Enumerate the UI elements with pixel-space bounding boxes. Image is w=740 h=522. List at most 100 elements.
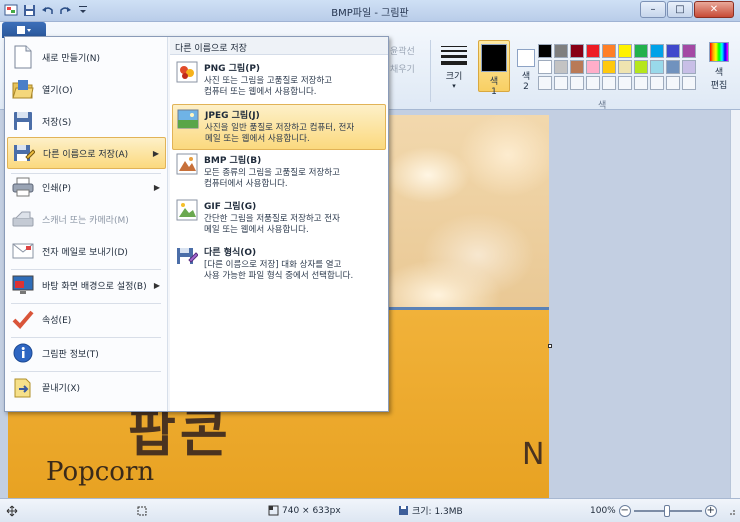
other-format-icon bbox=[176, 245, 199, 267]
ribbon-separator bbox=[430, 40, 431, 102]
palette-swatch[interactable] bbox=[650, 44, 664, 58]
save-as-submenu: 다른 이름으로 저장 PNG 그림(P) 사진 또는 그림을 고품질로 저장하고… bbox=[170, 37, 388, 411]
menu-item-open[interactable]: 열기(O) bbox=[7, 73, 166, 105]
submenu-arrow-icon: ▶ bbox=[153, 280, 160, 290]
zoom-in-button[interactable]: + bbox=[704, 504, 717, 517]
save-as-jpeg-desc-line2: 메일 또는 웹에서 사용합니다. bbox=[205, 134, 310, 144]
gif-image-icon bbox=[176, 199, 198, 221]
printer-icon bbox=[10, 174, 36, 200]
edit-colors-button[interactable]: 색 편집 bbox=[706, 42, 732, 91]
palette-swatch[interactable] bbox=[570, 44, 584, 58]
save-as-png-desc-line2: 컴퓨터 또는 웹에서 사용합니다. bbox=[204, 87, 317, 97]
menu-item-about[interactable]: 그림판 정보(T) bbox=[7, 337, 166, 369]
color1-swatch bbox=[481, 44, 507, 72]
menu-item-open-label: 열기(O) bbox=[42, 85, 73, 96]
palette-swatch[interactable] bbox=[538, 44, 552, 58]
palette-swatch[interactable] bbox=[650, 60, 664, 74]
zoom-slider[interactable] bbox=[633, 504, 702, 517]
outline-dropdown[interactable]: 윤곽선 bbox=[390, 44, 415, 57]
desktop-background-icon bbox=[10, 272, 36, 298]
file-size: 크기: 1.3MB bbox=[398, 504, 463, 517]
palette-swatch[interactable] bbox=[682, 44, 696, 58]
palette-swatch[interactable] bbox=[634, 60, 648, 74]
custom-color-slot[interactable] bbox=[554, 76, 568, 90]
menu-item-desktop-background[interactable]: 바탕 화면 배경으로 설정(B) ▶ bbox=[7, 269, 166, 301]
size-button[interactable]: 크기 ▾ bbox=[436, 40, 472, 90]
palette-swatch[interactable] bbox=[618, 44, 632, 58]
cursor-position-icon bbox=[6, 505, 18, 517]
palette-swatch[interactable] bbox=[666, 44, 680, 58]
custom-color-slot[interactable] bbox=[538, 76, 552, 90]
fill-dropdown[interactable]: 채우기 bbox=[390, 62, 415, 75]
image-dimensions: 740 × 633px bbox=[268, 505, 341, 516]
zoom-out-button[interactable]: − bbox=[618, 504, 631, 517]
save-as-png-desc-line1: 사진 또는 그림을 고품질로 저장하고 bbox=[204, 76, 333, 86]
save-as-gif[interactable]: GIF 그림(G) 간단한 그림을 저품질로 저장하고 전자 메일 또는 웹에서… bbox=[172, 196, 386, 242]
palette-swatch[interactable] bbox=[682, 60, 696, 74]
palette-swatch[interactable] bbox=[554, 44, 568, 58]
menu-item-properties[interactable]: 속성(E) bbox=[7, 303, 166, 335]
zoom-level: 100% bbox=[590, 505, 616, 516]
email-icon bbox=[10, 238, 36, 264]
custom-color-slot[interactable] bbox=[602, 76, 616, 90]
palette-swatch[interactable] bbox=[538, 60, 552, 74]
jpeg-image-icon bbox=[177, 108, 199, 130]
save-as-bmp[interactable]: BMP 그림(B) 모든 종류의 그림을 고품질로 저장하고 컴퓨터에서 사용합… bbox=[172, 150, 386, 196]
palette-swatch[interactable] bbox=[554, 60, 568, 74]
zoom-slider-thumb[interactable] bbox=[663, 504, 670, 517]
resize-grip-icon[interactable] bbox=[726, 506, 736, 516]
palette-swatch[interactable] bbox=[586, 44, 600, 58]
menu-item-print[interactable]: 인쇄(P) ▶ bbox=[7, 171, 166, 203]
save-as-jpeg[interactable]: JPEG 그림(J) 사진을 일반 품질로 저장하고 컴퓨터, 전자 메일 또는… bbox=[172, 104, 386, 150]
menu-item-email[interactable]: 전자 메일로 보내기(D) bbox=[7, 235, 166, 267]
menu-item-save[interactable]: 저장(S) bbox=[7, 105, 166, 137]
png-image-icon bbox=[176, 61, 198, 83]
color1-button[interactable]: 색 1 bbox=[478, 40, 510, 97]
menu-item-scanner[interactable]: 스캐너 또는 카메라(M) bbox=[7, 203, 166, 235]
palette-swatch[interactable] bbox=[602, 60, 616, 74]
custom-color-slot[interactable] bbox=[634, 76, 648, 90]
palette-swatch[interactable] bbox=[586, 60, 600, 74]
exit-icon bbox=[10, 374, 36, 400]
edit-colors-label-line1: 색 bbox=[714, 68, 724, 78]
palette-swatch[interactable] bbox=[634, 44, 648, 58]
menu-item-exit[interactable]: 끝내기(X) bbox=[7, 371, 166, 403]
custom-color-slot[interactable] bbox=[586, 76, 600, 90]
save-as-jpeg-title: JPEG 그림(J) bbox=[205, 111, 260, 121]
save-as-png[interactable]: PNG 그림(P) 사진 또는 그림을 고품질로 저장하고 컴퓨터 또는 웹에서… bbox=[172, 58, 386, 104]
custom-color-slot[interactable] bbox=[570, 76, 584, 90]
menu-item-about-label: 그림판 정보(T) bbox=[42, 349, 99, 360]
custom-color-slot[interactable] bbox=[650, 76, 664, 90]
custom-color-slot[interactable] bbox=[618, 76, 632, 90]
palette-swatch[interactable] bbox=[570, 60, 584, 74]
open-folder-icon bbox=[10, 76, 36, 102]
zoom-controls: 100% − + bbox=[590, 504, 717, 517]
submenu-arrow-icon: ▶ bbox=[152, 148, 159, 158]
bmp-image-icon bbox=[176, 153, 198, 175]
line-size-icon bbox=[441, 46, 467, 65]
palette-swatch[interactable] bbox=[666, 60, 680, 74]
menu-item-new[interactable]: 새로 만들기(N) bbox=[7, 41, 166, 73]
menu-item-exit-label: 끝내기(X) bbox=[42, 383, 81, 394]
file-menu-commands: 새로 만들기(N) 열기(O) 저장(S) 다른 이름으로 저장(A) ▶ 인쇄… bbox=[5, 37, 168, 411]
save-as-other-format[interactable]: 다른 형식(O) [다른 이름으로 저장] 대화 상자를 열고 사용 가능한 파… bbox=[172, 242, 386, 288]
resize-handle-right[interactable] bbox=[548, 344, 552, 348]
menu-item-save-as[interactable]: 다른 이름으로 저장(A) ▶ bbox=[7, 137, 166, 169]
palette-swatch[interactable] bbox=[618, 60, 632, 74]
close-button[interactable]: ✕ bbox=[694, 1, 734, 18]
submenu-arrow-icon: ▶ bbox=[153, 182, 160, 192]
save-as-bmp-title: BMP 그림(B) bbox=[204, 156, 262, 166]
save-as-gif-desc-line1: 간단한 그림을 저품질로 저장하고 전자 bbox=[204, 214, 340, 224]
custom-color-slot[interactable] bbox=[666, 76, 680, 90]
minimize-button[interactable]: – bbox=[640, 1, 666, 18]
maximize-button[interactable]: □ bbox=[667, 1, 693, 18]
file-size-text: 크기: 1.3MB bbox=[412, 507, 463, 517]
custom-color-slot[interactable] bbox=[682, 76, 696, 90]
save-as-other-format-desc-line1: [다른 이름으로 저장] 대화 상자를 열고 bbox=[204, 260, 342, 270]
save-as-other-format-desc-line2: 사용 가능한 파일 형식 중에서 선택합니다. bbox=[204, 271, 354, 281]
menu-item-email-label: 전자 메일로 보내기(D) bbox=[42, 247, 128, 258]
photo-side-text: N bbox=[522, 437, 545, 472]
palette-swatch[interactable] bbox=[602, 44, 616, 58]
image-dimensions-text: 740 × 633px bbox=[282, 505, 341, 516]
vertical-scrollbar[interactable] bbox=[730, 110, 740, 498]
